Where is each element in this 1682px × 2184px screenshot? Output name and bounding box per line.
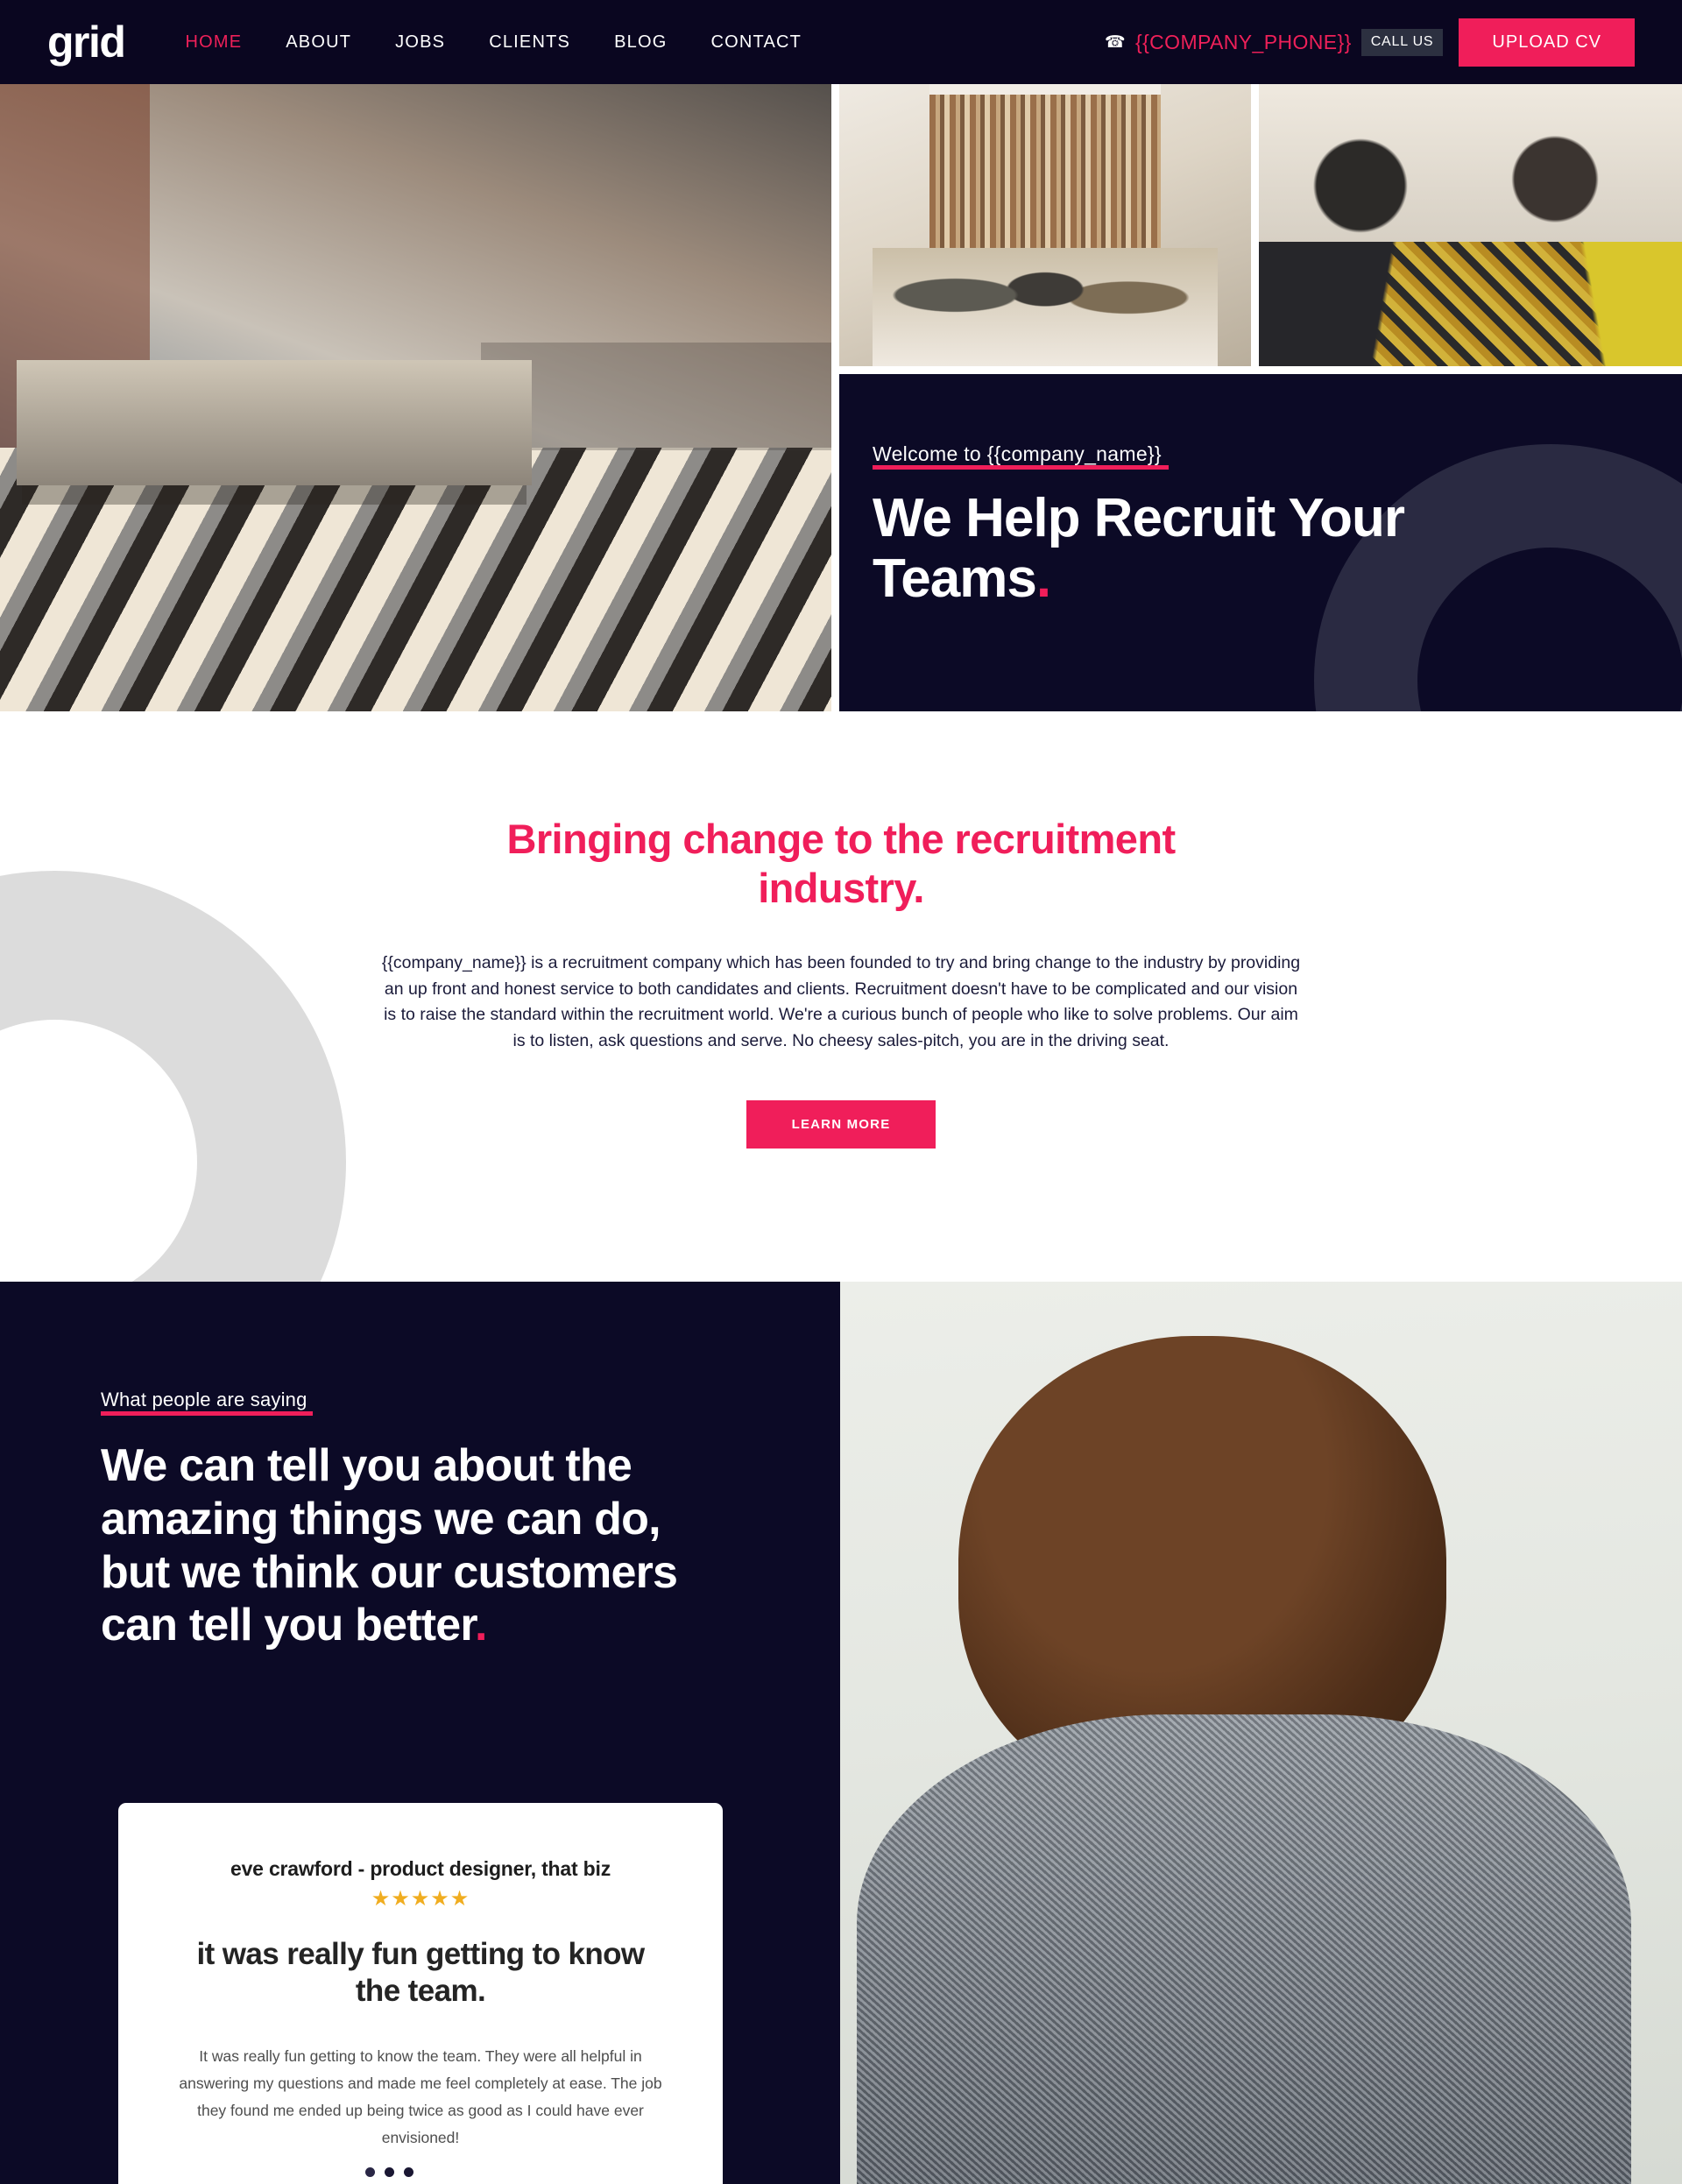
hero-image-coworkers [1259,84,1682,366]
open-plan-office-photo [0,84,831,711]
learn-more-button[interactable]: LEARN MORE [746,1100,936,1149]
nav-item-home[interactable]: HOME [163,32,264,53]
hero-top-images [839,84,1682,366]
about-title-line-1: Bringing change to the recruitment [506,816,1177,862]
testimonials-title-accent-dot: . [474,1600,487,1651]
about-title: Bringing change to the recruitment indus… [355,815,1327,914]
site-logo[interactable]: grid [47,20,126,64]
testimonial-quote: It was really fun getting to know the te… [179,2047,662,2146]
nav-item-contact[interactable]: CONTACT [689,32,823,53]
hero-right-column: Welcome to {{company_name}} We Help Recr… [839,84,1682,711]
hero-text-panel: Welcome to {{company_name}} We Help Recr… [839,374,1682,711]
smiling-woman-portrait-photo [840,1282,1682,2184]
testimonials-eyebrow: What people are saying [101,1389,313,1416]
coworkers-laptops-photo [1259,84,1682,366]
testimonial-carousel-dots[interactable] [365,2167,413,2177]
about-decorative-ring [0,871,346,1282]
hero-section: Welcome to {{company_name}} We Help Recr… [0,84,1682,711]
about-body-text: {{company_name}} is a recruitment compan… [381,952,1301,1051]
nav-item-clients[interactable]: CLIENTS [467,32,592,53]
library-meeting-photo [839,84,1251,366]
header-actions: ☎ {{COMPANY_PHONE}} CALL US UPLOAD CV [1105,18,1652,67]
phone-number[interactable]: {{COMPANY_PHONE}} [1135,31,1352,54]
carousel-dot-1[interactable] [365,2167,375,2177]
nav-item-jobs[interactable]: JOBS [373,32,467,53]
phone-block[interactable]: ☎ {{COMPANY_PHONE}} CALL US [1105,28,1444,56]
hero-image-library [839,84,1251,366]
testimonial-author: eve crawford - product designer, that bi… [230,1857,611,1880]
testimonials-title-text: We can tell you about the amazing things… [101,1440,678,1651]
main-navigation: HOME ABOUT JOBS CLIENTS BLOG CONTACT [163,32,823,53]
testimonial-headline: it was really fun getting to know the te… [196,1937,645,2008]
carousel-dot-3[interactable] [404,2167,413,2177]
call-us-button[interactable]: CALL US [1360,28,1444,56]
nav-item-about[interactable]: ABOUT [264,32,373,53]
carousel-dot-2[interactable] [385,2167,394,2177]
hero-title: We Help Recruit Your Teams. [873,488,1486,610]
hero-title-accent-dot: . [1035,548,1051,610]
nav-item-blog[interactable]: BLOG [592,32,689,53]
about-content: Bringing change to the recruitment indus… [355,815,1327,1149]
hero-title-line-2: Teams [873,548,1037,610]
hero-eyebrow: Welcome to {{company_name}} [873,442,1169,470]
hero-title-line-1: We Help Recruit Your [873,488,1405,548]
testimonials-section: What people are saying We can tell you a… [0,1282,1682,2184]
testimonials-title: We can tell you about the amazing things… [101,1439,714,1652]
phone-icon: ☎ [1105,32,1126,52]
hero-image-office [0,84,831,711]
testimonial-photo-column [840,1282,1682,2184]
upload-cv-button[interactable]: UPLOAD CV [1459,18,1635,67]
testimonial-card: eve crawford - product designer, that bi… [118,1803,723,2184]
about-title-line-2: industry. [758,865,924,912]
about-section: Bringing change to the recruitment indus… [0,711,1682,1282]
site-header: grid HOME ABOUT JOBS CLIENTS BLOG CONTAC… [0,0,1682,84]
testimonial-star-rating: ★★★★★ [371,1887,470,1911]
